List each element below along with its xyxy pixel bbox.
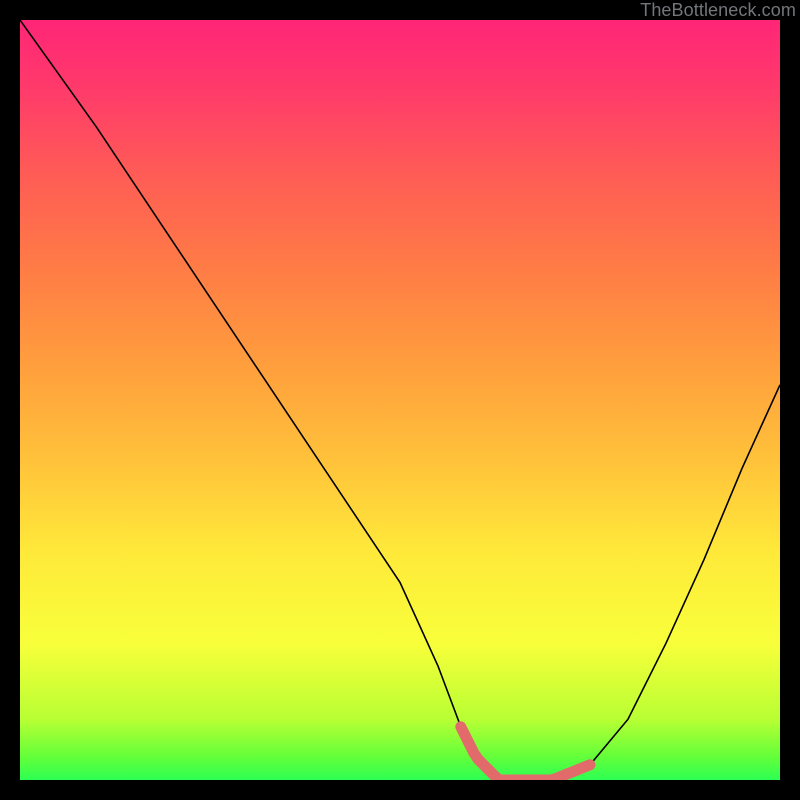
bottleneck-curve xyxy=(20,20,780,780)
chart-svg xyxy=(20,20,780,780)
attribution-text: TheBottleneck.com xyxy=(640,0,796,21)
plot-area xyxy=(20,20,780,780)
optimal-region-marker xyxy=(461,727,590,780)
chart-container: TheBottleneck.com xyxy=(0,0,800,800)
